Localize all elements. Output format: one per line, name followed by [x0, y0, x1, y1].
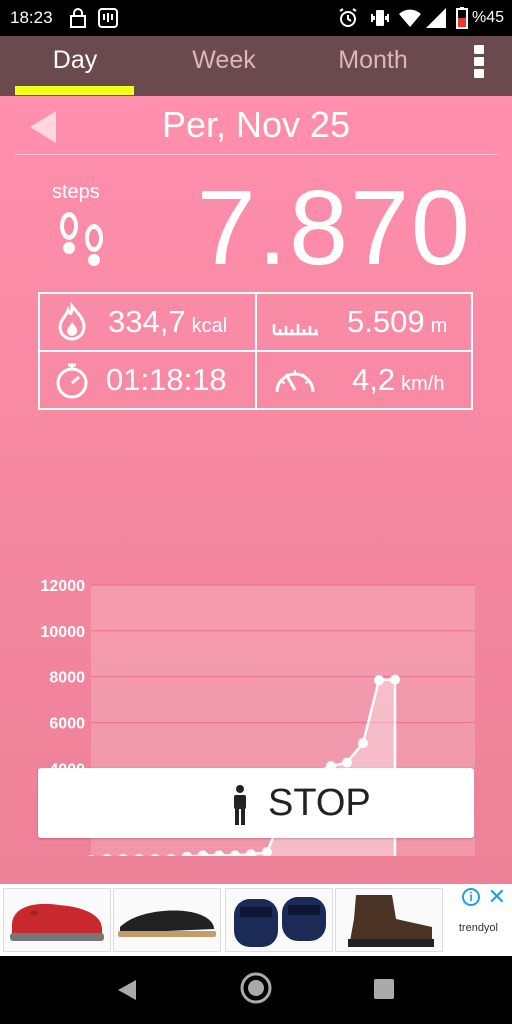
distance-number: 5.509	[347, 304, 425, 339]
chart-y-tick-label: 12000	[41, 578, 86, 595]
speed-value: 4,2 km/h	[352, 362, 444, 398]
battery-percent: %45	[471, 9, 504, 26]
tab-month[interactable]: Month	[298, 46, 448, 75]
ad-product-sandal[interactable]	[225, 888, 333, 952]
alarm-icon	[339, 8, 357, 27]
distance-unit: m	[430, 315, 448, 337]
lock-icon	[70, 8, 86, 28]
tab-active-indicator	[15, 86, 134, 95]
speed-number: 4,2	[352, 362, 396, 397]
ad-brand-label: trendyol	[458, 922, 498, 934]
chart-point	[358, 738, 368, 749]
chart-y-tick-label: 10000	[41, 624, 86, 641]
app-notification-icon	[98, 8, 118, 28]
chart-point	[342, 757, 352, 768]
boot-icon	[348, 895, 434, 947]
battery-icon	[456, 7, 468, 29]
stats-divider	[40, 350, 471, 352]
ad-product-clog[interactable]	[3, 888, 111, 952]
ruler-icon	[272, 324, 318, 336]
calories-unit: kcal	[191, 315, 228, 337]
main-content: Per, Nov 25 steps 7.870 334,7 kcal 5.509 m	[0, 96, 512, 884]
ad-close-icon[interactable]: ✕	[488, 884, 506, 910]
calories-number: 334,7	[108, 304, 186, 339]
vibrate-icon	[371, 10, 389, 26]
home-nav-icon[interactable]	[239, 971, 273, 1005]
footprints-icon	[60, 212, 103, 266]
chart-y-tick-label: 6000	[49, 716, 85, 733]
ad-banner[interactable]: i ✕ trendyol	[0, 884, 512, 956]
ad-product-slipper[interactable]	[113, 888, 221, 952]
speed-unit: km/h	[401, 373, 445, 395]
clog-shoe-icon	[10, 903, 104, 941]
walking-person-icon	[234, 785, 246, 825]
stopwatch-icon	[56, 363, 88, 399]
wifi-icon	[399, 9, 421, 27]
ad-product-boot[interactable]	[335, 888, 443, 952]
tab-week[interactable]: Week	[149, 46, 299, 75]
overflow-menu-icon[interactable]	[474, 45, 486, 81]
status-time: 18:23	[10, 8, 53, 27]
speedometer-icon	[275, 370, 315, 393]
sandal-icon	[234, 897, 326, 947]
chart-point	[390, 674, 400, 685]
tab-day[interactable]: Day	[0, 46, 150, 75]
chart-y-tick-label: 8000	[49, 670, 85, 687]
divider	[15, 154, 498, 155]
chart-point	[374, 675, 384, 686]
status-bar: 18:23 %45	[0, 0, 512, 36]
calories-value: 334,7 kcal	[108, 304, 227, 340]
back-nav-icon[interactable]	[116, 978, 138, 1002]
stop-button-label: STOP	[268, 782, 371, 824]
stop-button[interactable]: STOP	[38, 768, 474, 838]
date-title: Per, Nov 25	[161, 104, 351, 145]
steps-label: steps	[52, 181, 100, 203]
steps-count: 7.870	[196, 169, 472, 287]
distance-value: 5.509 m	[347, 304, 447, 340]
signal-icon	[426, 8, 446, 28]
navigation-bar	[0, 956, 512, 1024]
flame-icon	[58, 302, 86, 341]
recents-nav-icon[interactable]	[373, 978, 395, 1000]
slipper-shoe-icon	[118, 910, 216, 937]
duration-value: 01:18:18	[106, 362, 227, 397]
stats-grid: 334,7 kcal 5.509 m 01:18:18 4,2 km/h	[38, 292, 473, 410]
ad-info-icon[interactable]: i	[462, 888, 480, 906]
tab-bar: Day Week Month	[0, 36, 512, 96]
